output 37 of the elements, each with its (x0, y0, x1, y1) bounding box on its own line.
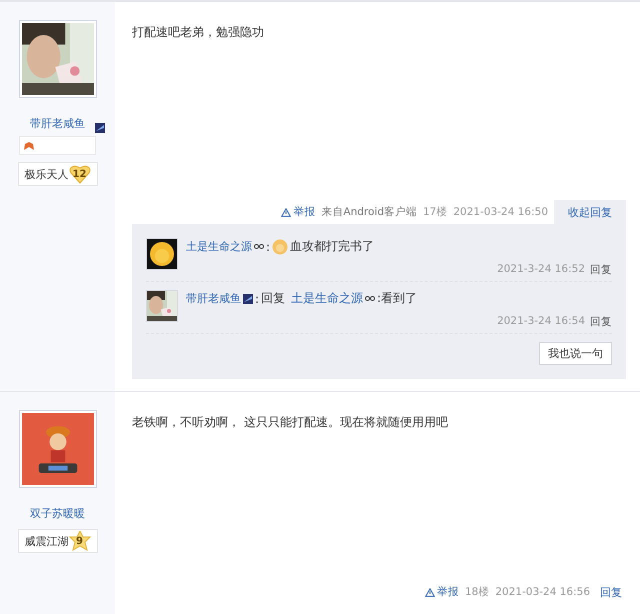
reply-text: :看到了 (377, 290, 418, 307)
reply-time: 2021-3-24 16:54 (497, 315, 585, 329)
username-link[interactable]: 土是生命之源 (291, 290, 364, 307)
reply-text: 血攻都打完书了 (290, 238, 374, 255)
warning-icon (281, 208, 292, 216)
reply-link[interactable]: 回复 (590, 263, 612, 277)
username-link[interactable]: 双子苏暖暖 (30, 506, 85, 521)
report-link[interactable]: 举报 (281, 205, 316, 219)
emoji-icon (272, 238, 288, 254)
username-link[interactable]: 带肝老咸鱼 (30, 116, 85, 131)
floor-number: 18楼 (465, 585, 490, 599)
post-time: 2021-03-24 16:50 (453, 206, 548, 218)
username-link[interactable]: 带肝老咸鱼 (186, 291, 241, 306)
floor-number: 17楼 (423, 205, 448, 219)
medal-icon (23, 140, 35, 150)
colon-text: : (255, 292, 260, 306)
level-badge: 9 (68, 531, 90, 551)
source-text: 来自Android客户端 (321, 205, 417, 219)
rank-title: 极乐天人 (24, 166, 68, 182)
reply-toggle-link[interactable]: 收起回复 (554, 200, 626, 224)
report-link[interactable]: 举报 (425, 585, 459, 599)
reply-word: 回复 (261, 290, 286, 307)
colon-text: : (266, 240, 270, 254)
level-badge: 12 (68, 164, 90, 184)
post-content: 打配速吧老弟，勉强隐功 (132, 24, 265, 41)
reply-link[interactable]: 回复 (590, 315, 612, 329)
post-time: 2021-03-24 16:56 (495, 586, 590, 598)
zodiac-icon (254, 243, 264, 250)
warning-icon (425, 588, 435, 596)
comment-button[interactable]: 我也说一句 (539, 342, 612, 365)
reply-time: 2021-3-24 16:52 (497, 263, 585, 277)
badge-icon (243, 294, 253, 304)
post-content: 老铁啊，不听劝啊， 这只只能打配速。现在将就随便用用吧 (132, 414, 449, 431)
badge-icon (94, 123, 104, 133)
rank-title: 威震江湖 (24, 534, 68, 548)
username-link[interactable]: 土是生命之源 (186, 239, 252, 254)
zodiac-icon (365, 295, 376, 302)
